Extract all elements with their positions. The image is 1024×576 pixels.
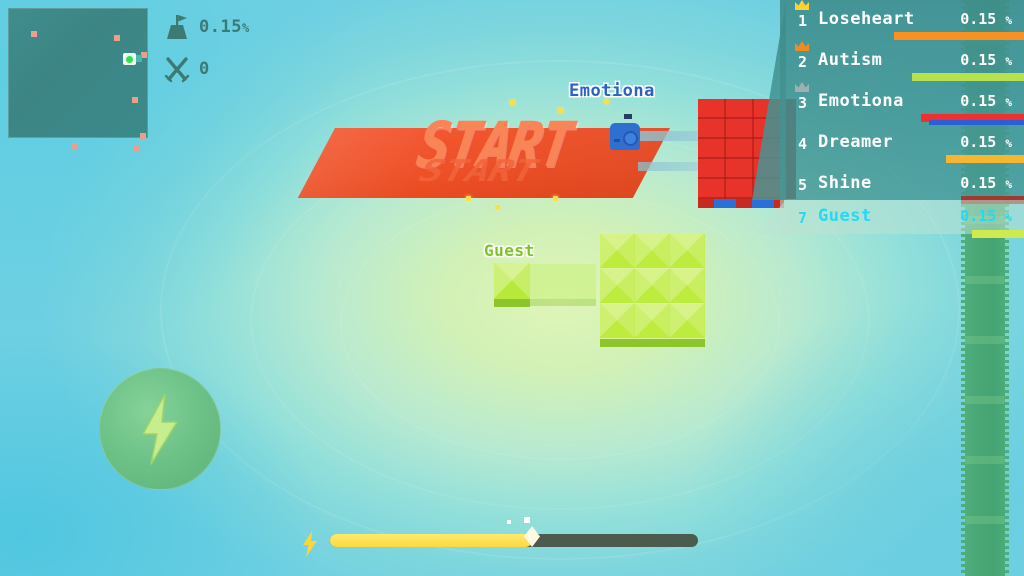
leaderboard-player-name: Shine — [818, 173, 872, 193]
player-trail-guest-base — [530, 299, 596, 306]
player-eye — [614, 139, 620, 142]
start-banner-text-reflection: START — [410, 153, 545, 189]
crossed-swords-icon — [155, 50, 199, 88]
leaderboard-score-bar — [894, 32, 1024, 40]
player-trail-guest — [530, 264, 596, 299]
leaderboard-player-name: Dreamer — [818, 132, 894, 152]
game-viewport: START START Emotiona Guest 0.15% 0 1 Los… — [0, 0, 1024, 576]
flag-hill-icon — [155, 8, 199, 46]
leaderboard-row[interactable]: 3 Emotiona 0.15 % — [780, 82, 1024, 125]
player-name-label-guest: Guest — [484, 241, 535, 260]
energy-bar-fill — [330, 534, 532, 547]
territory-tile — [600, 234, 635, 269]
leaderboard-player-name: Guest — [818, 206, 872, 226]
player-avatar-guest-base — [494, 299, 530, 307]
energy-sparkle — [524, 517, 530, 523]
leaderboard-player-name: Emotiona — [818, 91, 904, 111]
leaderboard-percent: 0.15 % — [960, 92, 1012, 110]
hud-kills-row: 0 — [155, 48, 275, 90]
leaderboard-row[interactable]: 5 Shine 0.15 % — [780, 164, 1024, 205]
leaderboard-score-bar — [912, 73, 1024, 81]
minimap-player-marker — [123, 53, 136, 65]
leaderboard-rank: 7 — [798, 209, 808, 227]
leaderboard-percent: 0.15 % — [960, 174, 1012, 192]
leaderboard-rank: 3 — [798, 94, 808, 112]
territory-tile — [635, 234, 670, 269]
minimap-player-trail — [135, 55, 142, 62]
territory-tile — [670, 304, 705, 339]
hud-kills-value: 0 — [199, 59, 210, 79]
player-avatar-guest — [494, 263, 530, 299]
territory-block-guest — [600, 234, 705, 339]
hud-territory-row: 0.15% — [155, 6, 275, 48]
territory-block-base — [600, 339, 705, 347]
lightning-bolt-icon — [142, 393, 178, 465]
minimap-dot — [132, 97, 138, 103]
energy-bar[interactable] — [298, 517, 702, 557]
minimap-dot — [114, 35, 120, 41]
minimap-dot — [133, 146, 139, 152]
brick-blue-tile — [752, 199, 774, 208]
leaderboard-player-name: Loseheart — [818, 9, 915, 29]
player-avatar-emotiona — [610, 123, 640, 150]
boost-button[interactable] — [99, 368, 221, 490]
leaderboard-rank: 1 — [798, 12, 808, 30]
lightning-bolt-icon — [303, 531, 317, 557]
territory-tile — [670, 269, 705, 304]
leaderboard-percent: 0.15 % — [960, 51, 1012, 69]
minimap-dot — [140, 133, 146, 139]
player-trail-emotiona — [638, 162, 700, 171]
player-name-label-emotiona: Emotiona — [569, 81, 655, 101]
leaderboard-percent: 0.15 % — [960, 10, 1012, 28]
territory-tile — [670, 234, 705, 269]
leaderboard-rank: 2 — [798, 53, 808, 71]
leaderboard-row[interactable]: 2 Autism 0.15 % — [780, 41, 1024, 82]
territory-tile — [635, 269, 670, 304]
brick-blue-tile — [714, 199, 736, 208]
leaderboard-score-bar — [972, 230, 1024, 238]
player-antenna-icon — [624, 114, 632, 119]
sparkle-particle — [495, 205, 500, 210]
minimap-dot — [72, 143, 78, 149]
sparkle-particle — [510, 100, 515, 105]
leaderboard: 1 Loseheart 0.15 % 2 Autism 0.15 % 3 Emo… — [780, 0, 1024, 238]
hud-stats: 0.15% 0 — [155, 6, 275, 90]
leaderboard-row[interactable]: 4 Dreamer 0.15 % — [780, 123, 1024, 164]
leaderboard-percent: 0.15 % — [960, 133, 1012, 151]
sparkle-particle — [553, 196, 558, 201]
leaderboard-rank: 5 — [798, 176, 808, 194]
leaderboard-percent: 0.15 % — [960, 207, 1012, 225]
leaderboard-row-self[interactable]: 7 Guest 0.15 % — [780, 200, 1024, 238]
hud-territory-value: 0.15% — [199, 17, 250, 37]
sparkle-particle — [558, 108, 563, 113]
minimap[interactable] — [8, 8, 148, 152]
leaderboard-score-bar — [946, 155, 1024, 163]
minimap-dot — [31, 31, 37, 37]
territory-tile — [600, 269, 635, 304]
energy-sparkle — [507, 520, 511, 524]
leaderboard-row[interactable]: 1 Loseheart 0.15 % — [780, 0, 1024, 41]
player-trail-emotiona — [638, 131, 700, 141]
territory-tile — [635, 304, 670, 339]
leaderboard-rank: 4 — [798, 135, 808, 153]
sparkle-particle — [466, 196, 471, 201]
territory-tile — [600, 304, 635, 339]
leaderboard-player-name: Autism — [818, 50, 883, 70]
